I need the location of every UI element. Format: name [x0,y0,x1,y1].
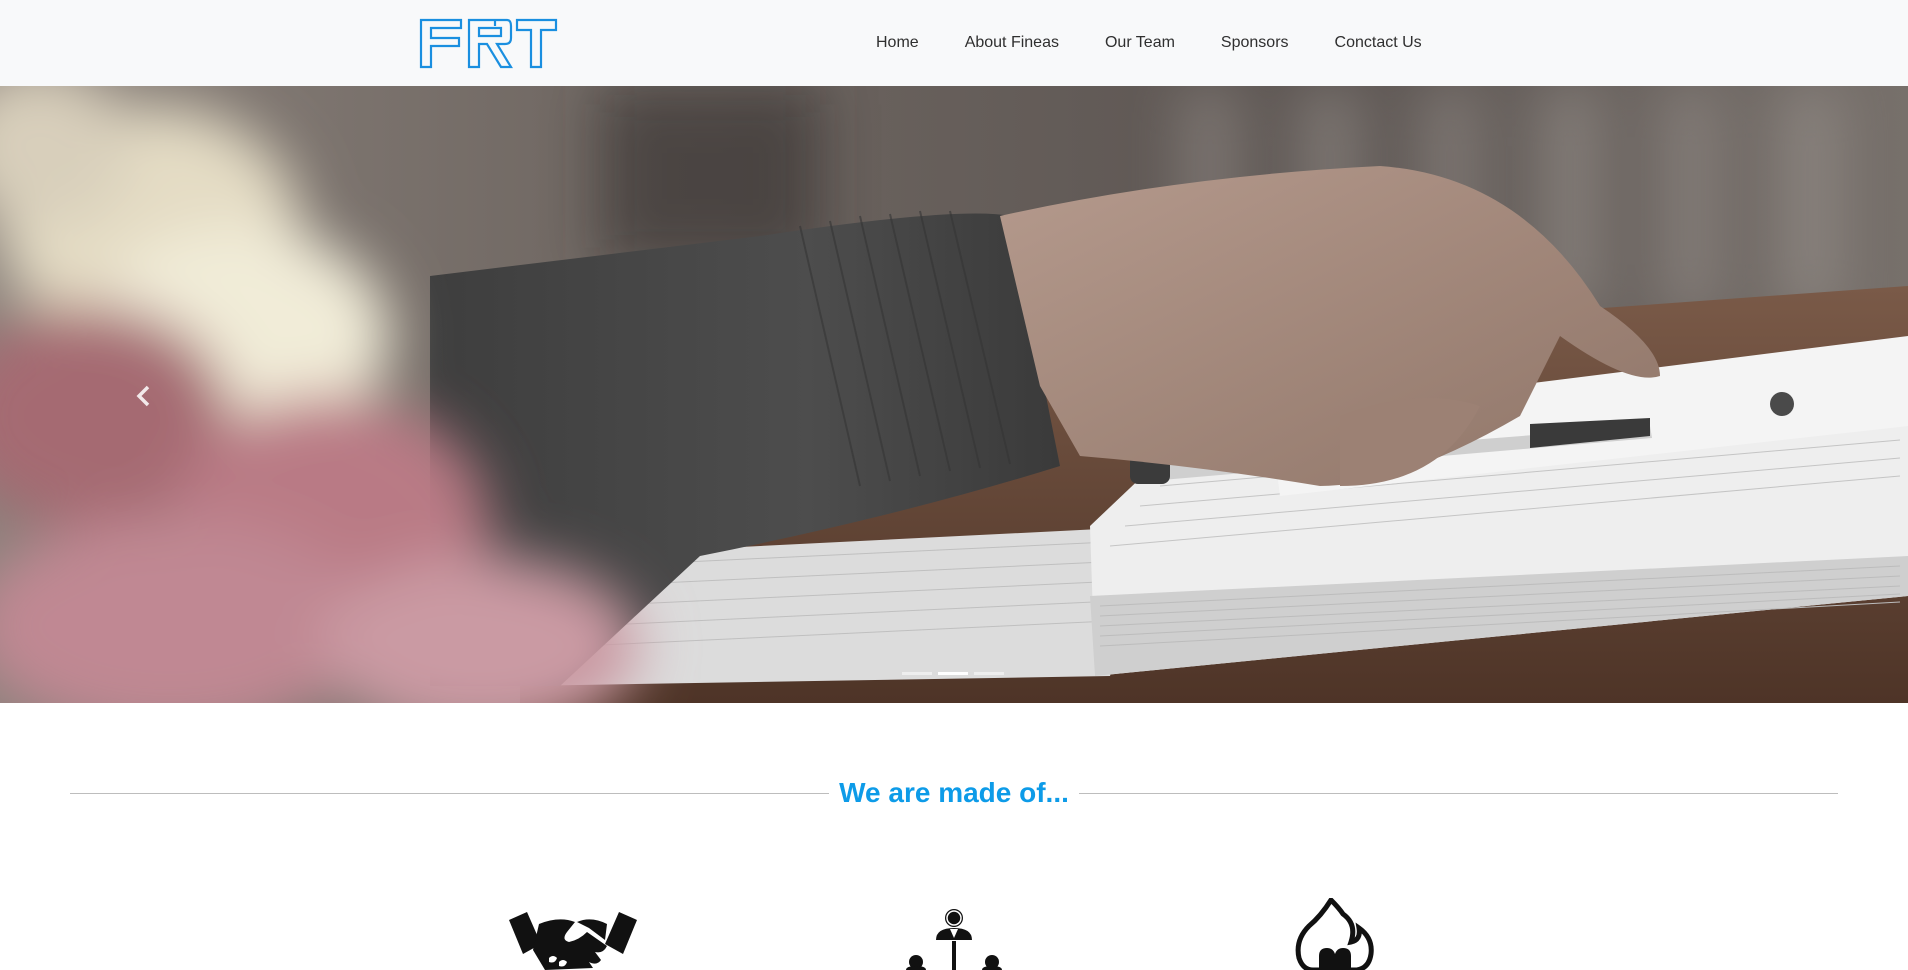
nav-our-team[interactable]: Our Team [1082,34,1198,52]
carousel-next-button[interactable] [1744,376,1784,416]
chevron-right-icon [1755,385,1773,407]
divider-left [70,792,830,794]
chevron-left-icon [136,385,150,407]
nav-about-fineas[interactable]: About Fineas [942,34,1082,52]
nav-home[interactable]: Home [853,34,942,52]
nav-sponsors[interactable]: Sponsors [1198,34,1312,52]
team-hierarchy-icon [906,909,1002,970]
frt-logo[interactable] [419,16,558,70]
carousel-indicators [902,672,1004,675]
carousel-indicator-2[interactable] [938,672,968,675]
hero-carousel [0,86,1908,703]
divider-right [1078,792,1839,794]
navbar: Home About Fineas Our Team Sponsors Conc… [0,0,1908,87]
hero-slide-image [0,86,1908,703]
carousel-indicator-3[interactable] [974,672,1004,675]
nav-contact-us[interactable]: Conctact Us [1312,34,1445,52]
section-heading: We are made of... [70,772,1839,814]
handshake-icon [509,912,637,970]
carousel-prev-button[interactable] [124,376,164,416]
main-nav: Home About Fineas Our Team Sponsors Conc… [853,0,1445,86]
section-title: We are made of... [839,777,1069,808]
flame-heart-icon [1295,898,1374,970]
carousel-indicator-1[interactable] [902,672,932,675]
